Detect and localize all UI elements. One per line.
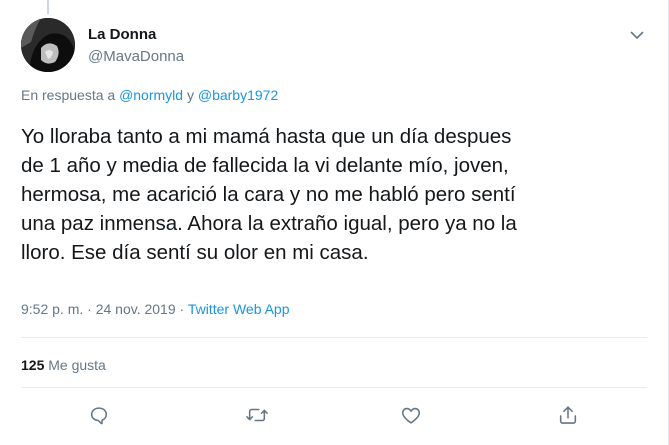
reply-icon[interactable] [88,404,112,428]
tweet-text-line: lloro. Ese día sentí su olor en mi casa. [21,241,369,264]
mention-link-barby1972[interactable]: @barby1972 [198,87,278,103]
tweet-source-link[interactable]: Twitter Web App [188,301,290,317]
reply-prefix: En respuesta a [21,87,116,103]
chevron-down-icon[interactable] [628,26,646,44]
author-display-name[interactable]: La Donna [88,26,156,43]
reply-context: En respuesta a @normyld y @barby1972 [21,87,278,103]
tweet-text: Yo lloraba tanto a mi mamá hasta que un … [21,122,651,267]
tweet-timestamp[interactable]: 9:52 p. m. · 24 nov. 2019 [21,301,176,317]
likes-label: Me gusta [48,357,106,373]
heart-icon[interactable] [400,404,424,428]
tweet-text-line: de 1 año y media de fallecida la vi dela… [21,154,509,177]
tweet-card: La Donna @MavaDonna En respuesta a @norm… [0,0,669,445]
share-icon[interactable] [557,404,581,428]
likes-stat[interactable]: 125 Me gusta [21,357,106,373]
reply-joiner: y [186,87,194,103]
thread-connector-line [47,0,49,14]
avatar-image [21,18,75,72]
tweet-meta: 9:52 p. m. · 24 nov. 2019 · Twitter Web … [21,301,290,317]
likes-count: 125 [21,357,45,373]
mention-link-normyld[interactable]: @normyld [119,87,183,103]
tweet-text-line: hermosa, me acarició la cara y no me hab… [21,183,516,206]
retweet-icon[interactable] [245,404,269,428]
tweet-text-line: Yo lloraba tanto a mi mamá hasta que un … [21,125,512,148]
avatar[interactable] [21,18,75,72]
divider [21,387,647,388]
meta-separator: · [179,301,185,317]
author-handle[interactable]: @MavaDonna [88,48,184,65]
tweet-text-line: una paz inmensa. Ahora la extraño igual,… [21,212,517,235]
divider [21,337,647,338]
